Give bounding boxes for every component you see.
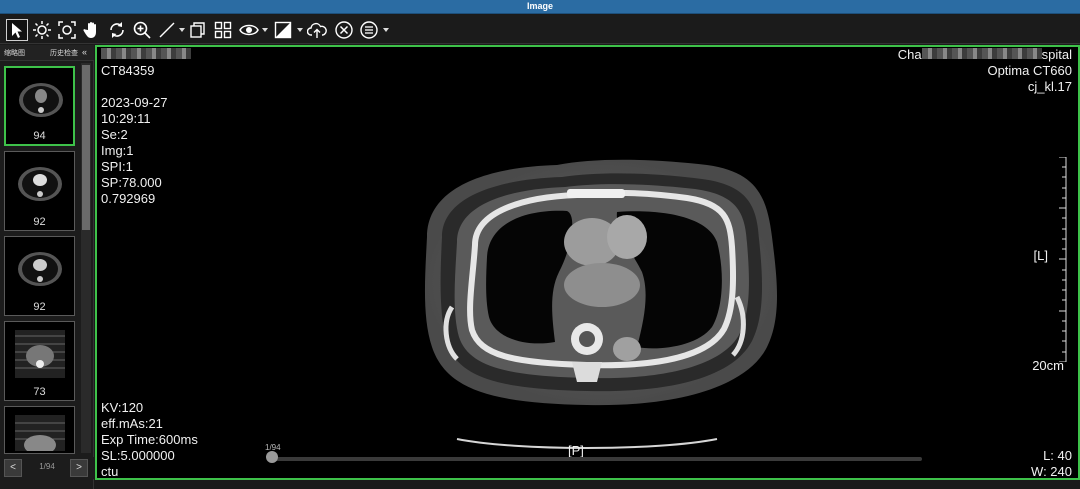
pan-hand-icon[interactable] [81, 19, 103, 41]
image-number: Img:1 [101, 143, 134, 158]
close-circle-icon[interactable] [333, 19, 355, 41]
window-titlebar: Image [0, 0, 1080, 14]
next-page-button[interactable]: > [70, 459, 88, 477]
page-indicator: 1/94 [39, 462, 55, 471]
reconstruction-kernel: cj_kl.17 [1027, 79, 1072, 94]
rotate-icon[interactable] [106, 19, 128, 41]
thumbnail-list: 94 92 92 73 [0, 63, 80, 489]
brightness-icon[interactable] [31, 19, 53, 41]
thumbnail-scrollbar[interactable] [81, 63, 91, 453]
collapse-icon[interactable]: « [82, 47, 87, 57]
scrollbar-thumb[interactable] [82, 65, 90, 230]
slice-slider-track[interactable] [272, 457, 922, 461]
invert-dropdown-caret[interactable] [297, 28, 303, 32]
series-number: Se:2 [101, 127, 128, 142]
thumbnail-item[interactable]: 92 [4, 236, 75, 316]
measure-dropdown-caret[interactable] [179, 28, 185, 32]
prev-page-button[interactable]: < [4, 459, 22, 477]
thumbnail-item[interactable] [4, 406, 75, 454]
zoom-icon[interactable] [131, 19, 153, 41]
ct-thumbnail-icon [19, 83, 63, 117]
sidebar-header: 缩略图 历史检查 « [0, 45, 94, 61]
menu-dropdown-caret[interactable] [383, 28, 389, 32]
scanner-model: Optima CT660 [987, 63, 1072, 78]
hospital-prefix: Cha [897, 47, 922, 62]
study-time: 10:29:11 [101, 111, 151, 126]
select-arrow-icon[interactable] [6, 19, 28, 41]
thumbnail-sidebar: 缩略图 历史检查 « 94 92 92 73 < 1/94 > [0, 45, 94, 489]
measure-line-icon[interactable] [156, 19, 178, 41]
window-title: Image [526, 1, 553, 11]
window-level: L: 40 [1043, 448, 1072, 463]
window-width: W: 240 [1031, 464, 1072, 479]
scale-label: 20cm [1032, 358, 1064, 373]
menu-list-icon[interactable] [358, 19, 380, 41]
exposure-time: Exp Time:600ms [101, 432, 198, 447]
patient-name-redacted [101, 47, 191, 63]
thumbnail-count: 92 [33, 301, 46, 313]
invert-icon[interactable] [272, 19, 294, 41]
orientation-left-marker: [L] [1033, 248, 1048, 263]
copy-icon[interactable] [187, 19, 209, 41]
spi-value: SPI:1 [101, 159, 133, 174]
thumbnail-count: 73 [33, 386, 46, 398]
thumbnail-item[interactable]: 92 [4, 151, 75, 231]
hospital-suffix: spital [1041, 47, 1072, 62]
thumbnail-item[interactable]: 94 [4, 66, 75, 146]
pixel-ratio: 0.792969 [101, 191, 156, 206]
hospital-name: Cha spital [898, 47, 1072, 63]
slice-position: SP:78.000 [101, 175, 162, 190]
ct-scan-image [424, 159, 777, 449]
ct-thumbnail-icon [15, 415, 65, 451]
tab-history[interactable]: 历史检查 [50, 48, 78, 58]
tab-thumbnails[interactable]: 缩略图 [4, 48, 25, 58]
kv-value: KV:120 [101, 400, 144, 415]
mas-value: eff.mAs:21 [101, 416, 163, 431]
scale-ruler [1059, 157, 1067, 362]
unit-label: ctu [101, 464, 119, 479]
slice-slider-knob[interactable] [266, 451, 278, 463]
slice-thickness: SL:5.000000 [101, 448, 175, 463]
patient-id: CT84359 [101, 63, 155, 78]
thumbnail-count: 92 [33, 216, 46, 228]
image-viewport[interactable]: CT84359 2023-09-27 10:29:11 Se:2 Img:1 S… [95, 45, 1080, 480]
toolbar [0, 15, 1080, 44]
zoom-fit-icon[interactable] [56, 19, 78, 41]
study-date: 2023-09-27 [101, 95, 168, 110]
eye-dropdown-caret[interactable] [262, 28, 268, 32]
ct-thumbnail-icon [18, 252, 62, 286]
eye-icon[interactable] [238, 19, 260, 41]
ct-thumbnail-icon [15, 330, 65, 378]
cloud-upload-icon[interactable] [306, 19, 328, 41]
ct-thumbnail-icon [18, 167, 62, 201]
thumbnail-item[interactable]: 73 [4, 321, 75, 401]
thumbnail-pager: < 1/94 > [0, 457, 94, 479]
thumbnail-count: 94 [33, 130, 46, 142]
layout-grid-icon[interactable] [212, 19, 234, 41]
